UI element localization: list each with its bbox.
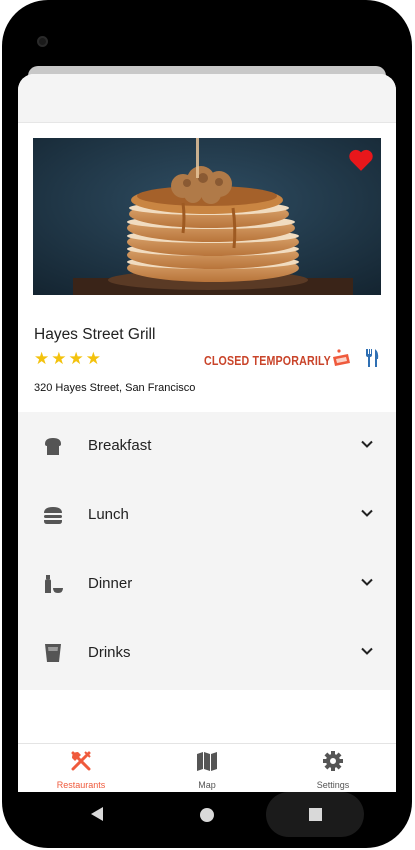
restaurant-address: 320 Hayes Street, San Francisco [34,382,196,394]
menu-item-lunch[interactable]: Lunch [18,481,396,550]
chevron-down-icon [361,440,373,448]
rating-stars: ★ ★ ★ ★ [34,349,101,369]
restaurant-photo [33,138,381,295]
tab-label: Restaurants [56,780,106,790]
bottle-bowl-icon [45,575,63,593]
star-icon: ★ [85,349,101,368]
star-icon: ★ [34,349,50,368]
favorite-heart-icon[interactable] [348,148,374,172]
back-icon[interactable] [90,806,104,822]
map-icon [197,752,217,771]
toast-icon [45,438,61,455]
fork-knife-icon [366,349,379,367]
gear-icon [323,751,343,771]
modal-header [18,74,396,123]
front-camera [37,36,48,47]
status-badge: CLOSED TEMPORARILY [204,353,331,368]
menu-item-label: Dinner [88,575,133,592]
burger-icon [44,507,62,524]
home-icon[interactable] [200,808,214,822]
tab-label: Map [198,780,216,790]
menu-item-label: Breakfast [88,437,152,454]
recents-icon[interactable] [309,808,322,821]
menu-item-label: Lunch [88,506,129,523]
tab-label: Settings [316,780,350,790]
chevron-down-icon [361,647,373,655]
pancake-stack-image [33,138,381,295]
fork-knife-icon [71,751,91,771]
glass-icon [45,644,61,662]
menu-category-list: Breakfast Lunch Dinner Drinks [18,412,396,690]
chevron-down-icon [361,509,373,517]
tab-map[interactable]: Map [144,744,270,792]
open-sign-icon [333,349,350,366]
bottom-tab-bar: Restaurants Map Settings [18,743,396,792]
chevron-down-icon [361,578,373,586]
menu-item-breakfast[interactable]: Breakfast [18,412,396,481]
star-icon: ★ [51,349,67,368]
star-icon: ★ [68,349,84,368]
menu-item-drinks[interactable]: Drinks [18,619,396,688]
phone-frame: Hayes Street Grill ★ ★ ★ ★ CLOSED TEMPOR… [0,0,415,850]
tab-settings[interactable]: Settings [270,744,396,792]
menu-item-label: Drinks [88,644,131,661]
menu-item-dinner[interactable]: Dinner [18,550,396,619]
app-screen: Hayes Street Grill ★ ★ ★ ★ CLOSED TEMPOR… [18,74,396,792]
restaurant-name: Hayes Street Grill [34,326,156,343]
tab-restaurants[interactable]: Restaurants [18,744,144,792]
